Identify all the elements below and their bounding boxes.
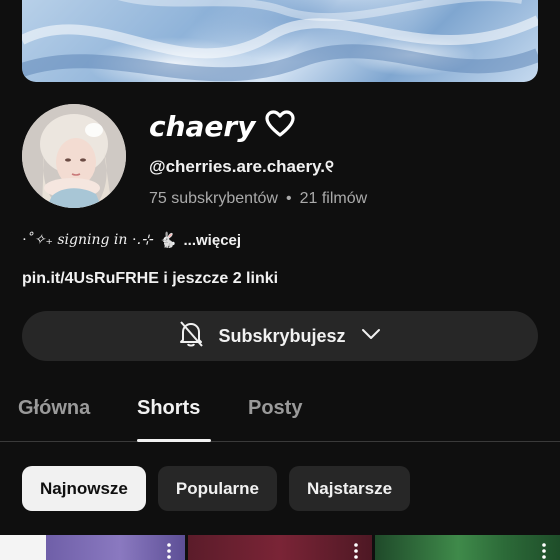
short-thumbnail[interactable]	[375, 535, 560, 560]
subscribe-label: Subskrybujesz	[218, 325, 346, 346]
video-count: 21 filmów	[299, 190, 368, 207]
channel-handle: @cherries.are.chaery.୧	[149, 157, 334, 176]
more-link[interactable]: ...więcej	[184, 232, 242, 249]
active-tab-indicator	[137, 439, 211, 442]
heart-icon	[265, 109, 296, 143]
short-thumbnail[interactable]	[188, 535, 372, 560]
rabbit-emoji: 🐇	[158, 232, 178, 249]
chevron-down-icon	[360, 327, 382, 346]
tab-posts[interactable]: Posty	[248, 397, 302, 420]
channel-name: chaery	[149, 109, 256, 143]
filter-oldest[interactable]: Najstarsze	[288, 466, 411, 511]
channel-description[interactable]: ⋅˚✧₊ signing in ⋅.⊹ 🐇 ...więcej	[22, 231, 242, 250]
filter-newest[interactable]: Najnowsze	[22, 466, 146, 511]
description-text: ⋅˚✧₊ signing in ⋅.⊹	[22, 232, 153, 248]
channel-tabs: Główna Shorts Posty	[0, 390, 560, 442]
sort-filters: Najnowsze Popularne Najstarsze	[22, 466, 411, 511]
short-thumbnail[interactable]	[0, 535, 185, 560]
tab-shorts[interactable]: Shorts	[137, 397, 200, 420]
more-options-icon[interactable]	[167, 543, 171, 560]
channel-stats: 75 subskrybentów • 21 filmów	[149, 190, 367, 208]
channel-avatar[interactable]	[22, 104, 126, 208]
filter-popular[interactable]: Popularne	[157, 466, 277, 511]
channel-name-row: chaery	[149, 108, 296, 144]
tab-home[interactable]: Główna	[18, 397, 90, 420]
subscribe-button[interactable]: Subskrybujesz	[22, 311, 538, 361]
channel-banner	[22, 0, 538, 82]
subscriber-count: 75 subskrybentów	[149, 190, 278, 207]
more-options-icon[interactable]	[354, 543, 358, 560]
stats-separator: •	[285, 190, 292, 207]
channel-links[interactable]: pin.it/4UsRuFRHE i jeszcze 2 linki	[22, 270, 278, 288]
bell-off-icon	[178, 320, 204, 353]
more-options-icon[interactable]	[542, 543, 546, 560]
shorts-grid	[0, 535, 560, 560]
